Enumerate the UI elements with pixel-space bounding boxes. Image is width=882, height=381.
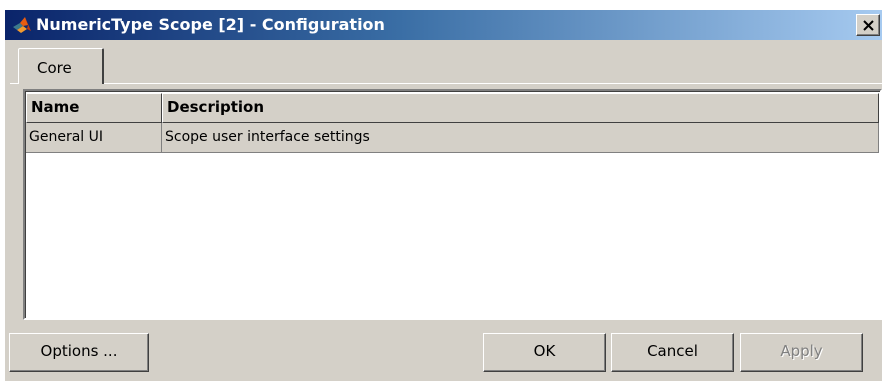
ok-button[interactable]: OK <box>483 333 606 372</box>
table-header: Name Description <box>26 93 879 123</box>
close-button[interactable] <box>856 14 880 36</box>
configuration-dialog: NumericType Scope [2] - Configuration Co… <box>5 10 882 381</box>
cell-description[interactable]: Scope user interface settings <box>162 123 879 153</box>
tab-divider <box>10 83 882 84</box>
cell-name[interactable]: General UI <box>26 123 162 153</box>
column-header-name[interactable]: Name <box>26 93 162 123</box>
settings-table: Name Description General UI Scope user i… <box>23 89 882 320</box>
options-button[interactable]: Options ... <box>9 333 149 372</box>
tab-label: Core <box>37 59 72 77</box>
tab-core[interactable]: Core <box>18 48 104 84</box>
apply-button[interactable]: Apply <box>740 333 863 372</box>
window-title: NumericType Scope [2] - Configuration <box>36 15 385 34</box>
close-icon <box>863 20 874 31</box>
matlab-logo-icon <box>12 16 32 34</box>
table-row[interactable]: General UI Scope user interface settings <box>26 123 879 153</box>
title-bar[interactable]: NumericType Scope [2] - Configuration <box>5 10 882 40</box>
cancel-button[interactable]: Cancel <box>611 333 734 372</box>
column-header-description[interactable]: Description <box>162 93 879 123</box>
